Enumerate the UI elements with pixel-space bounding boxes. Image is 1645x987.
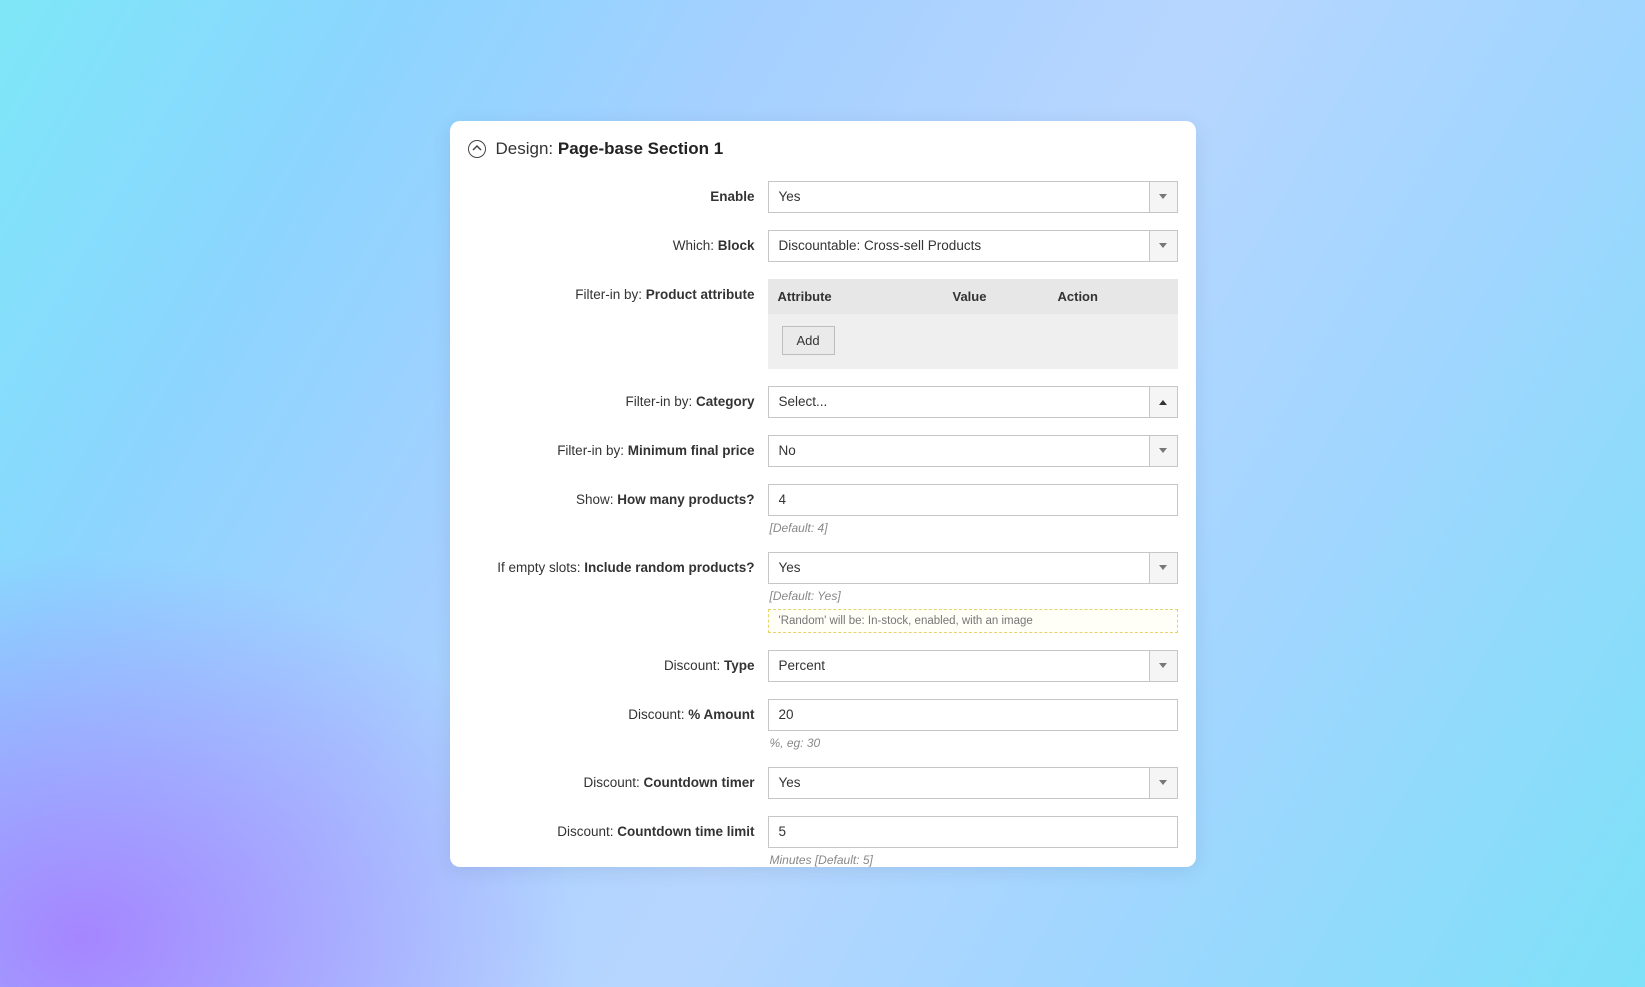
label-show-count: Show: How many products?: [460, 484, 768, 509]
label-filter-attribute: Filter-in by: Product attribute: [460, 279, 768, 304]
label-enable: Enable: [460, 181, 768, 206]
select-enable[interactable]: Yes: [768, 181, 1178, 213]
chevron-down-icon[interactable]: [1150, 181, 1178, 213]
select-discount-type[interactable]: Percent: [768, 650, 1178, 682]
section-title: Design: Page-base Section 1: [496, 139, 724, 159]
label-discount-amount: Discount: % Amount: [460, 699, 768, 724]
row-filter-min-price: Filter-in by: Minimum final price No: [460, 435, 1186, 467]
note-empty-slots: 'Random' will be: In-stock, enabled, wit…: [768, 609, 1178, 633]
section-header[interactable]: Design: Page-base Section 1: [450, 139, 1196, 171]
label-which-block: Which: Block: [460, 230, 768, 255]
select-which-block[interactable]: Discountable: Cross-sell Products: [768, 230, 1178, 262]
select-filter-category[interactable]: Select...: [768, 386, 1178, 418]
helper-countdown-limit: Minutes [Default: 5]: [768, 853, 1178, 867]
chevron-down-icon[interactable]: [1150, 435, 1178, 467]
config-panel: Design: Page-base Section 1 Enable Yes W…: [450, 121, 1196, 867]
chevron-up-icon[interactable]: [1150, 386, 1178, 418]
select-countdown-timer-value[interactable]: Yes: [768, 767, 1150, 799]
helper-discount-amount: %, eg: 30: [768, 736, 1178, 750]
section-title-prefix: Design:: [496, 139, 554, 158]
select-enable-value[interactable]: Yes: [768, 181, 1150, 213]
attribute-table: Attribute Value Action Add: [768, 279, 1178, 369]
chevron-down-icon[interactable]: [1150, 650, 1178, 682]
chevron-down-icon[interactable]: [1150, 230, 1178, 262]
col-value: Value: [953, 289, 1058, 304]
chevron-down-icon[interactable]: [1150, 552, 1178, 584]
row-filter-category: Filter-in by: Category Select...: [460, 386, 1186, 418]
select-empty-slots-value[interactable]: Yes: [768, 552, 1150, 584]
input-show-count-wrap: [768, 484, 1178, 516]
input-countdown-limit-field[interactable]: [779, 817, 1167, 847]
select-which-block-value[interactable]: Discountable: Cross-sell Products: [768, 230, 1150, 262]
row-discount-type: Discount: Type Percent: [460, 650, 1186, 682]
label-filter-category: Filter-in by: Category: [460, 386, 768, 411]
chevron-down-icon[interactable]: [1150, 767, 1178, 799]
row-discount-amount: Discount: % Amount %, eg: 30: [460, 699, 1186, 750]
select-discount-type-value[interactable]: Percent: [768, 650, 1150, 682]
label-countdown-limit: Discount: Countdown time limit: [460, 816, 768, 841]
input-show-count[interactable]: [768, 484, 1178, 516]
row-show-count: Show: How many products? [Default: 4]: [460, 484, 1186, 535]
row-countdown-timer: Discount: Countdown timer Yes: [460, 767, 1186, 799]
add-attribute-button[interactable]: Add: [782, 326, 835, 355]
input-show-count-field[interactable]: [779, 485, 1167, 515]
helper-show-count: [Default: 4]: [768, 521, 1178, 535]
col-action: Action: [1058, 289, 1168, 304]
label-filter-min-price: Filter-in by: Minimum final price: [460, 435, 768, 460]
section-title-name: Page-base Section 1: [558, 139, 723, 158]
input-discount-amount-wrap: [768, 699, 1178, 731]
row-which-block: Which: Block Discountable: Cross-sell Pr…: [460, 230, 1186, 262]
select-countdown-timer[interactable]: Yes: [768, 767, 1178, 799]
select-filter-category-value[interactable]: Select...: [768, 386, 1150, 418]
label-countdown-timer: Discount: Countdown timer: [460, 767, 768, 792]
input-discount-amount-field[interactable]: [779, 700, 1167, 730]
attribute-table-body: Add: [768, 314, 1178, 369]
row-countdown-limit: Discount: Countdown time limit Minutes […: [460, 816, 1186, 867]
select-min-price[interactable]: No: [768, 435, 1178, 467]
select-empty-slots[interactable]: Yes: [768, 552, 1178, 584]
label-discount-type: Discount: Type: [460, 650, 768, 675]
select-min-price-value[interactable]: No: [768, 435, 1150, 467]
input-countdown-limit-wrap: [768, 816, 1178, 848]
input-countdown-limit[interactable]: [768, 816, 1178, 848]
helper-empty-slots: [Default: Yes]: [768, 589, 1178, 603]
row-filter-attribute: Filter-in by: Product attribute Attribut…: [460, 279, 1186, 369]
input-discount-amount[interactable]: [768, 699, 1178, 731]
col-attribute: Attribute: [778, 289, 953, 304]
form-area: Enable Yes Which: Block Discountable: Cr…: [450, 171, 1196, 867]
collapse-icon[interactable]: [468, 140, 486, 158]
label-empty-slots: If empty slots: Include random products?: [460, 552, 768, 577]
row-enable: Enable Yes: [460, 181, 1186, 213]
row-empty-slots: If empty slots: Include random products?…: [460, 552, 1186, 633]
attribute-table-header: Attribute Value Action: [768, 279, 1178, 314]
